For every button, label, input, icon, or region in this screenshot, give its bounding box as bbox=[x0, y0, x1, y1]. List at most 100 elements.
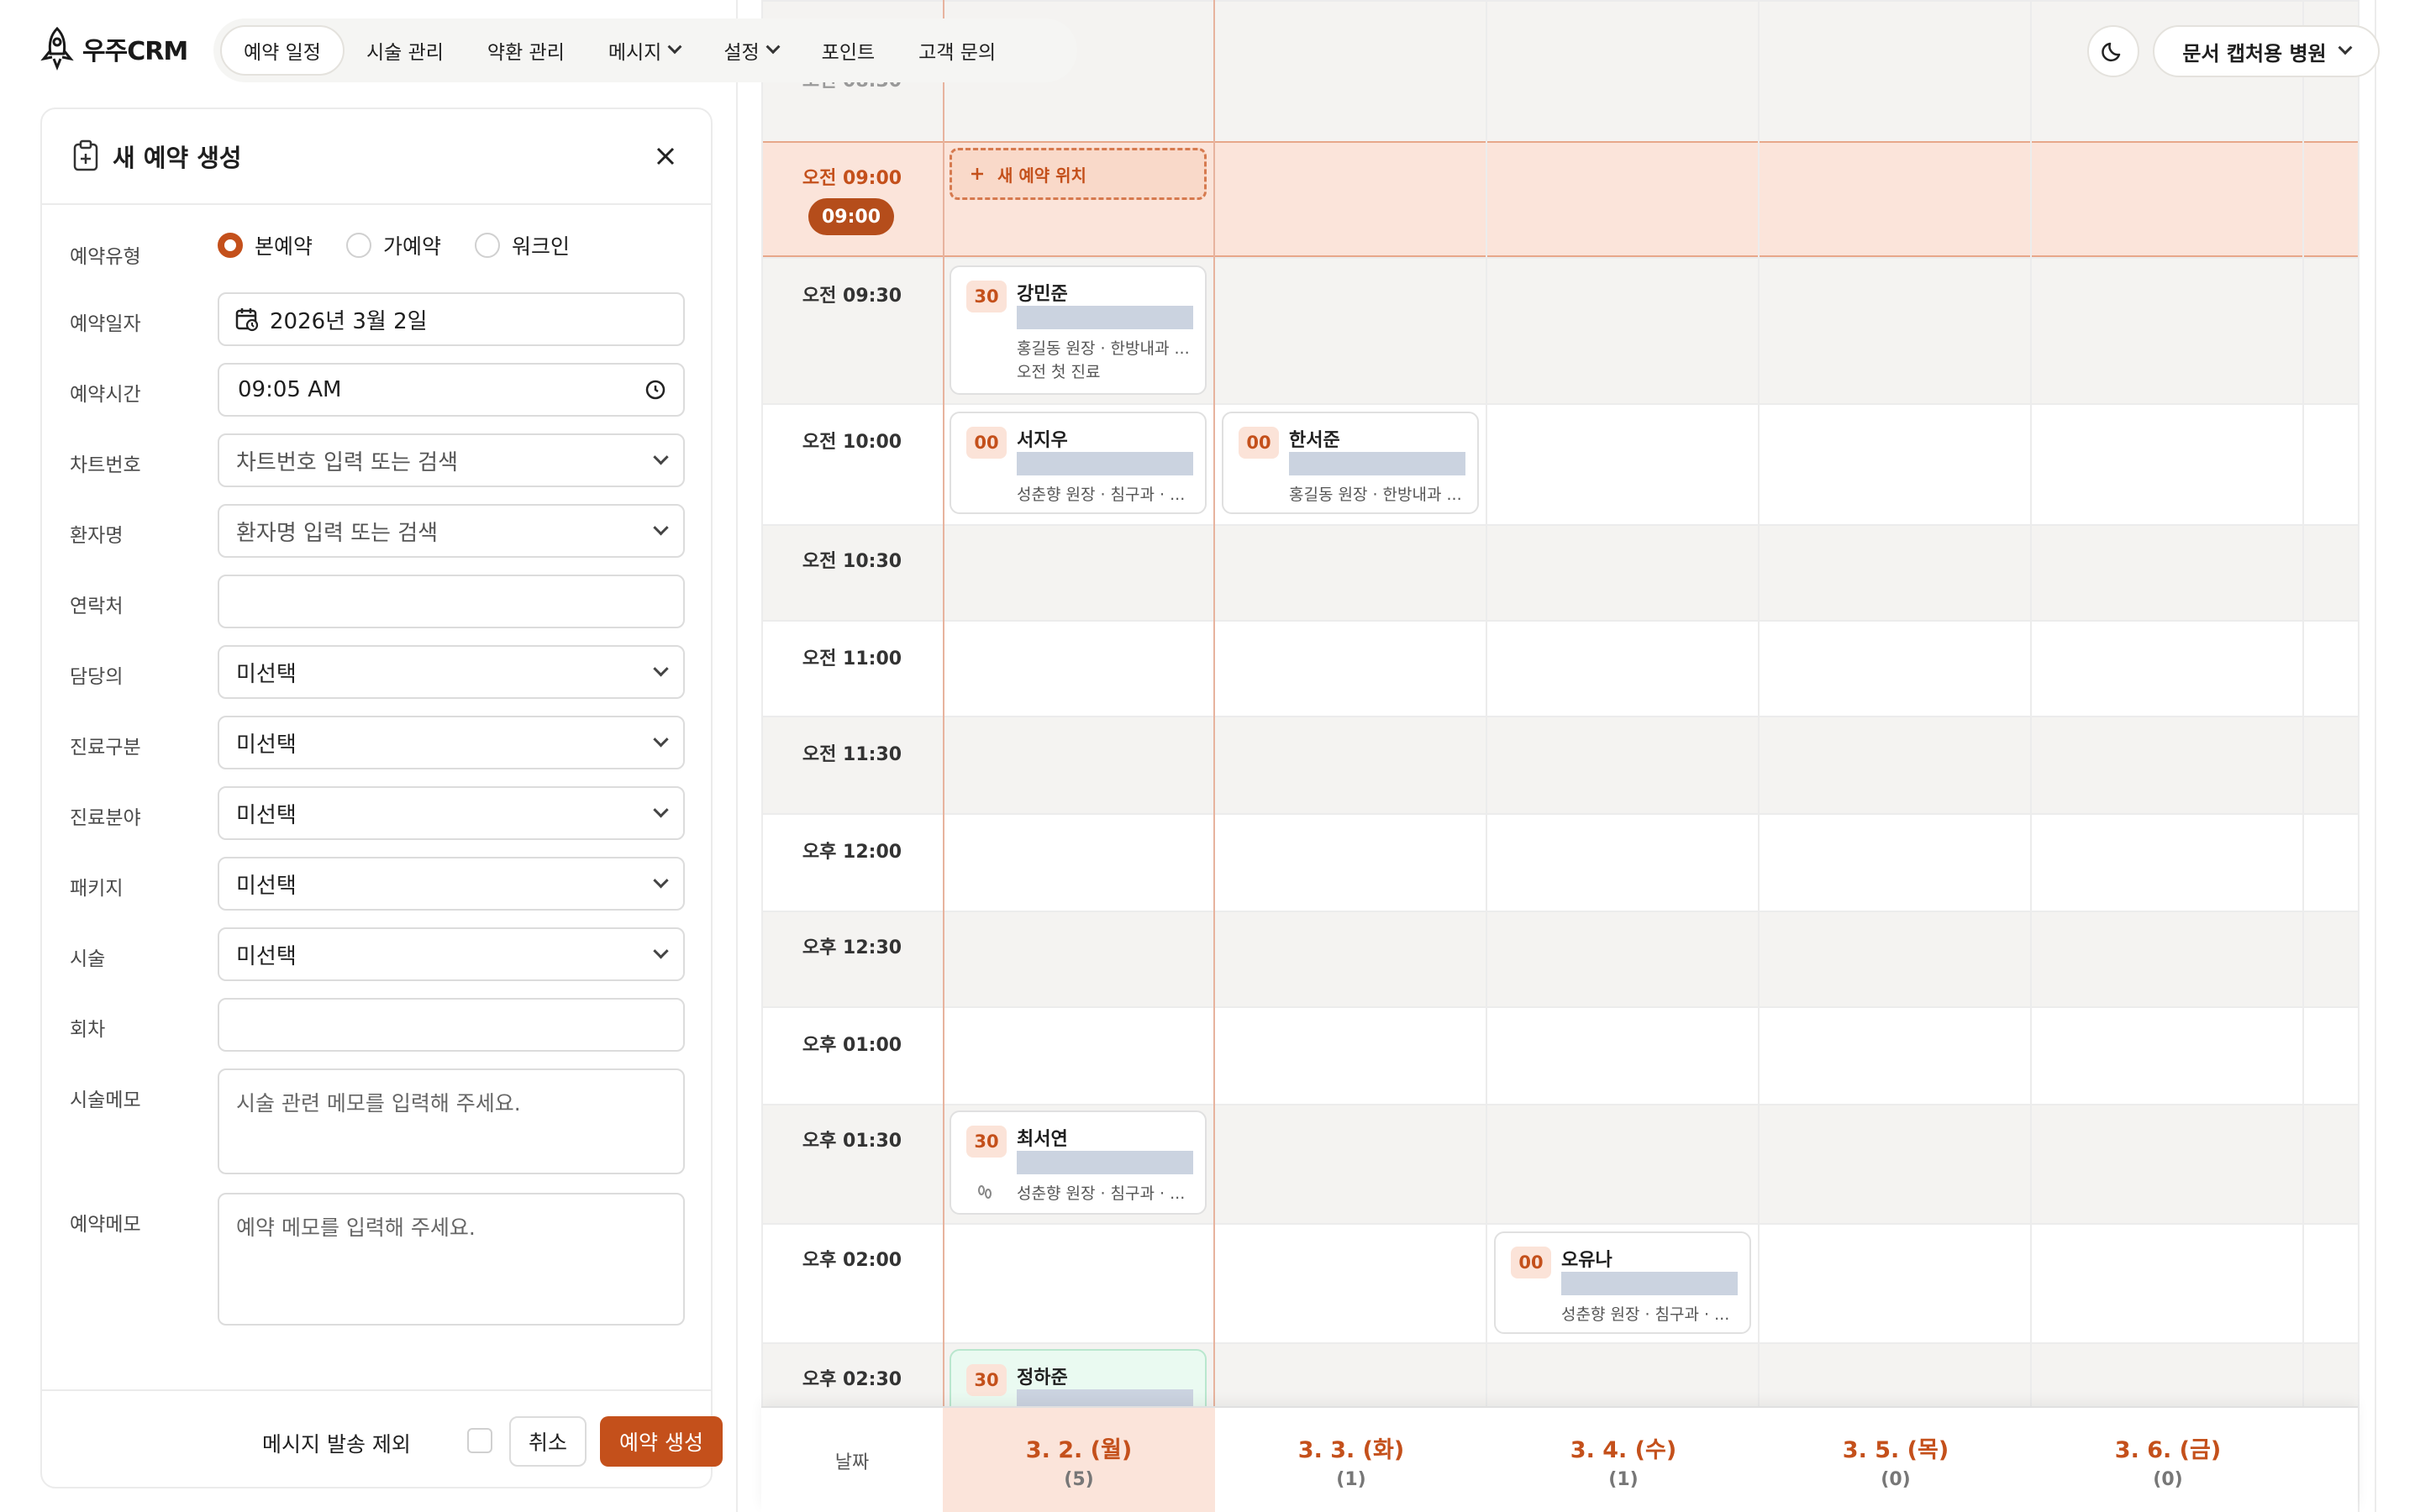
doctor-select[interactable]: 미선택 bbox=[218, 645, 685, 699]
specialty-select[interactable]: 미선택 bbox=[218, 786, 685, 840]
app-logo[interactable]: 우주CRM bbox=[37, 25, 188, 72]
radio-checked-icon bbox=[218, 233, 243, 258]
date-field[interactable]: 2026년 3월 2일 bbox=[218, 292, 685, 346]
time-field[interactable]: 09:05 AM bbox=[218, 363, 685, 417]
row-1200[interactable] bbox=[761, 813, 2358, 911]
date-cell[interactable]: 3. 6. (금) (0) bbox=[2032, 1408, 2304, 1512]
date-label: 3. 3. (화) bbox=[1297, 1437, 1405, 1463]
exclude-message-checkbox[interactable] bbox=[467, 1428, 492, 1453]
nav-item-points[interactable]: 포인트 bbox=[800, 25, 897, 76]
row-0100[interactable] bbox=[761, 1006, 2358, 1104]
time-value: 09:05 AM bbox=[238, 377, 342, 402]
grid-line bbox=[943, 0, 944, 1512]
phone-input[interactable] bbox=[218, 575, 685, 628]
row-1130[interactable] bbox=[761, 716, 2358, 813]
date-cell[interactable]: 3. 4. (수) (1) bbox=[1487, 1408, 1760, 1512]
nav-item-schedule[interactable]: 예약 일정 bbox=[220, 25, 345, 76]
date-count: (0) bbox=[2153, 1469, 2183, 1490]
current-time-pill: 09:00 bbox=[808, 198, 894, 235]
panel-footer: 메시지 발송 제외 취소 예약 생성 bbox=[42, 1389, 723, 1488]
date-count: (1) bbox=[1336, 1469, 1366, 1490]
panel-title: 새 예약 생성 bbox=[113, 144, 242, 172]
appointment-card[interactable]: 00 서지우 성춘향 원장 · 침구과 · ... bbox=[950, 412, 1207, 514]
date-cell[interactable]: 3. 5. (목) (0) bbox=[1760, 1408, 2032, 1512]
appointment-minute-badge: 30 bbox=[966, 1364, 1007, 1396]
nav-item-inquiry[interactable]: 고객 문의 bbox=[897, 25, 1018, 76]
grid-line bbox=[2358, 0, 2360, 1512]
redacted-bar bbox=[1289, 452, 1465, 475]
time-label: 오전 10:00 bbox=[802, 432, 902, 453]
date-cell[interactable]: 3. 3. (화) (1) bbox=[1215, 1408, 1487, 1512]
calendar-icon bbox=[235, 308, 259, 332]
nav-item-label: 설정 bbox=[723, 42, 760, 64]
category-select[interactable]: 미선택 bbox=[218, 716, 685, 769]
hospital-name: 문서 캡처용 병원 bbox=[2182, 41, 2327, 66]
row-1230[interactable] bbox=[761, 911, 2358, 1006]
footprints-icon bbox=[978, 1185, 992, 1199]
radio-tentative[interactable]: 가예약 bbox=[346, 230, 441, 260]
treatment-select[interactable]: 미선택 bbox=[218, 927, 685, 981]
appointment-patient-name: 오유나 bbox=[1561, 1250, 1612, 1271]
chevron-down-icon bbox=[653, 449, 669, 465]
select-value: 미선택 bbox=[236, 732, 297, 758]
date-label: 3. 2. (월) bbox=[1025, 1437, 1133, 1463]
nav-item-label: 고객 문의 bbox=[918, 42, 997, 64]
chevron-down-icon bbox=[765, 39, 781, 55]
date-cell[interactable]: 3. 2. (월) (5) bbox=[943, 1408, 1215, 1512]
patient-select[interactable]: 환자명 입력 또는 검색 bbox=[218, 504, 685, 558]
field-label: 회차 bbox=[70, 1019, 106, 1041]
nav-item-treatment[interactable]: 시술 관리 bbox=[345, 25, 466, 76]
theme-toggle-button[interactable] bbox=[2087, 25, 2139, 77]
appointment-card[interactable]: 00 오유나 성춘향 원장 · 침구과 · ... bbox=[1494, 1231, 1751, 1334]
treatment-memo-textarea[interactable]: 시술 관련 메모를 입력해 주세요. bbox=[218, 1068, 685, 1174]
chart-number-select[interactable]: 차트번호 입력 또는 검색 bbox=[218, 433, 685, 487]
time-label: 오후 02:00 bbox=[802, 1250, 902, 1271]
radio-unchecked-icon bbox=[475, 233, 501, 258]
radio-walkin[interactable]: 워크인 bbox=[475, 230, 570, 260]
appointment-card[interactable]: 30 강민준 홍길동 원장 · 한방내과 ... 오전 첫 진료 bbox=[950, 265, 1207, 395]
row-1030[interactable] bbox=[761, 524, 2358, 620]
nav-item-medicine[interactable]: 약환 관리 bbox=[466, 25, 587, 76]
patient-placeholder: 환자명 입력 또는 검색 bbox=[236, 520, 439, 546]
appointment-memo-textarea[interactable]: 예약 메모를 입력해 주세요. bbox=[218, 1193, 685, 1326]
appointment-card[interactable]: 00 한서준 홍길동 원장 · 한방내과 ... bbox=[1222, 412, 1479, 514]
select-value: 미선택 bbox=[236, 873, 297, 899]
calendar-scrollbar[interactable] bbox=[2375, 0, 2400, 1512]
chevron-down-icon bbox=[653, 731, 669, 747]
date-count: (1) bbox=[1608, 1469, 1639, 1490]
session-input[interactable] bbox=[218, 998, 685, 1052]
redacted-bar bbox=[1017, 306, 1193, 329]
exclude-message-label: 메시지 발송 제외 bbox=[262, 1432, 411, 1457]
close-button[interactable] bbox=[649, 139, 682, 173]
create-appointment-button[interactable]: 예약 생성 bbox=[600, 1416, 723, 1467]
select-value: 미선택 bbox=[236, 802, 297, 828]
appointment-doctor: 성춘향 원장 · 침구과 · ... bbox=[1561, 1305, 1730, 1324]
radio-main[interactable]: 본예약 bbox=[218, 230, 313, 260]
nav-item-settings[interactable]: 설정 bbox=[702, 25, 799, 76]
field-label: 예약유형 bbox=[70, 246, 141, 268]
row-1100[interactable] bbox=[761, 620, 2358, 716]
appointment-minute-badge: 30 bbox=[966, 1126, 1007, 1158]
date-header-bar: 날짜 3. 2. (월) (5) 3. 3. (화) (1) 3. 4. (수)… bbox=[761, 1406, 2358, 1512]
cancel-button[interactable]: 취소 bbox=[509, 1416, 587, 1467]
nav-item-label: 시술 관리 bbox=[366, 42, 444, 64]
field-type: 예약유형 본예약 가예약 워크인 bbox=[42, 223, 714, 274]
date-count: (0) bbox=[1881, 1469, 1911, 1490]
hospital-selector[interactable]: 문서 캡처용 병원 bbox=[2153, 25, 2380, 77]
chevron-down-icon bbox=[2338, 40, 2353, 55]
radio-label: 워크인 bbox=[512, 234, 571, 259]
time-label: 오후 12:30 bbox=[802, 937, 902, 958]
package-select[interactable]: 미선택 bbox=[218, 857, 685, 911]
nav-item-label: 포인트 bbox=[821, 42, 876, 64]
appointment-doctor: 성춘향 원장 · 침구과 · ... bbox=[1017, 1184, 1186, 1203]
appointment-memo: 오전 첫 진료 bbox=[1017, 363, 1101, 381]
new-appointment-slot[interactable]: 새 예약 위치 bbox=[950, 148, 1207, 200]
nav-item-label: 예약 일정 bbox=[244, 42, 321, 64]
appointment-card[interactable]: 30 최서연 성춘향 원장 · 침구과 · ... bbox=[950, 1110, 1207, 1215]
nav-item-message[interactable]: 메시지 bbox=[587, 25, 702, 76]
appointment-patient-name: 강민준 bbox=[1017, 284, 1068, 305]
new-slot-label: 새 예약 위치 bbox=[997, 165, 1086, 186]
chevron-down-icon bbox=[667, 39, 682, 55]
time-label: 오후 12:00 bbox=[802, 842, 902, 863]
radio-label: 가예약 bbox=[383, 234, 442, 259]
